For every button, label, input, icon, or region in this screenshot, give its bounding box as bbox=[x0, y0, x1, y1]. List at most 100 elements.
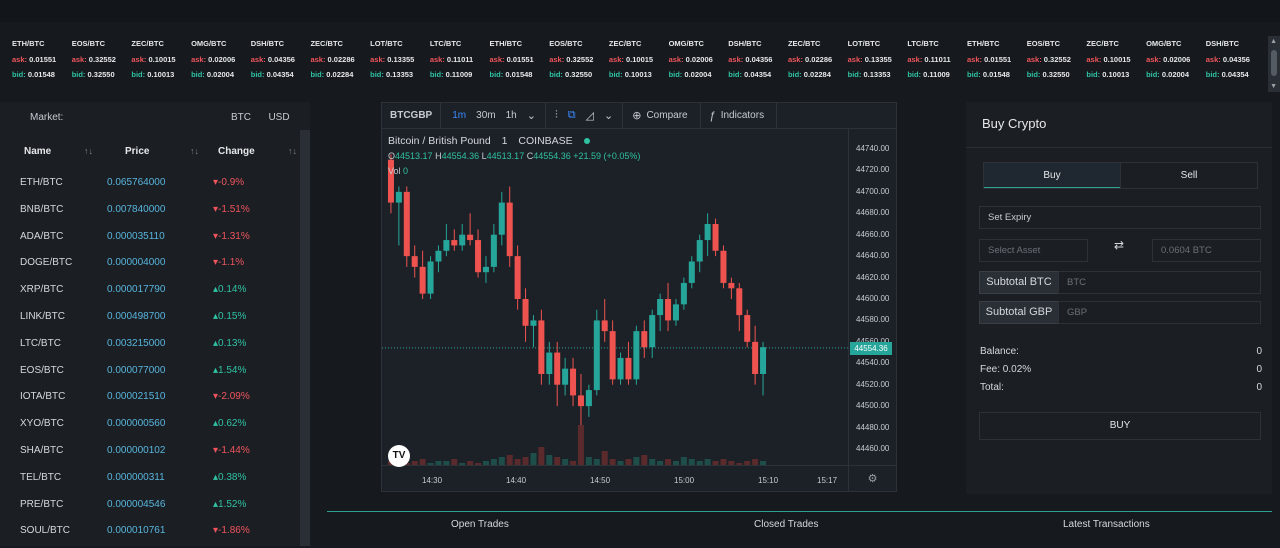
pair-change: ▾-1.51% bbox=[213, 204, 250, 215]
tab-sell[interactable]: Sell bbox=[1120, 163, 1257, 188]
tab-latest-transactions[interactable]: Latest Transactions bbox=[1063, 519, 1150, 530]
table-row[interactable]: XRP/BTC 0.000017790 ▴0.14% bbox=[0, 280, 300, 307]
tab-closed-trades[interactable]: Closed Trades bbox=[754, 519, 818, 530]
price-axis[interactable]: 44740.00 44720.00 44700.00 44680.00 44660.00… bbox=[848, 129, 896, 465]
price-tick-label: 44620.00 bbox=[856, 272, 890, 282]
indicators-icon[interactable]: ƒ bbox=[705, 110, 721, 122]
ticker-item[interactable]: ZEC/BTC ask: 0.10015 bid: 0.10013 bbox=[597, 30, 657, 90]
subtotal-btc-input[interactable]: BTC bbox=[1058, 271, 1261, 294]
currency-btc[interactable]: BTC bbox=[222, 112, 260, 123]
table-row[interactable]: LINK/BTC 0.000498700 ▴0.15% bbox=[0, 307, 300, 334]
ticker-item[interactable]: EOS/BTC ask: 0.32552 bid: 0.32550 bbox=[60, 30, 120, 90]
candle-style-icon[interactable]: ⧉ bbox=[563, 109, 581, 122]
table-row[interactable]: XYO/BTC 0.000000560 ▴0.62% bbox=[0, 414, 300, 441]
swap-icon[interactable]: ⇄ bbox=[1114, 238, 1124, 252]
balance-value: 0 bbox=[1256, 346, 1262, 357]
candle-body bbox=[680, 282, 687, 305]
currency-usd[interactable]: USD bbox=[260, 112, 298, 123]
price-tick-label: 44460.00 bbox=[856, 444, 890, 453]
col-price[interactable]: Price bbox=[125, 146, 149, 157]
ticker-item[interactable]: ZEC/BTC ask: 0.02286 bid: 0.02284 bbox=[776, 30, 836, 90]
time-axis[interactable]: 14:30 14:40 14:50 15:00 15:10 15:17 bbox=[382, 465, 848, 491]
col-change[interactable]: Change bbox=[218, 146, 255, 157]
area-style-icon[interactable]: ◿ bbox=[581, 109, 599, 122]
table-row[interactable]: IOTA/BTC 0.000021510 ▾-2.09% bbox=[0, 387, 300, 414]
market-scrollbar[interactable] bbox=[300, 130, 310, 546]
col-name[interactable]: Name bbox=[24, 146, 51, 157]
high-value: 44554.36 bbox=[441, 151, 480, 161]
candle-body bbox=[609, 331, 616, 380]
volume-bar bbox=[585, 457, 592, 465]
symbol-selector[interactable]: BTCGBP bbox=[382, 102, 442, 129]
ticker-item[interactable]: DSH/BTC ask: 0.04356 bid: 0.04354 bbox=[716, 30, 776, 90]
table-row[interactable]: ETH/BTC 0.065764000 ▾-0.9% bbox=[0, 173, 300, 200]
bar-style-icon[interactable]: ⫶ bbox=[550, 109, 563, 122]
table-row[interactable]: EOS/BTC 0.000077000 ▴1.54% bbox=[0, 361, 300, 388]
ticker-scrollbar[interactable]: ▲ ▼ bbox=[1268, 36, 1280, 92]
sort-price-icon[interactable]: ↑↓ bbox=[190, 146, 199, 156]
ticker-item[interactable]: ETH/BTC ask: 0.01551 bid: 0.01548 bbox=[0, 30, 60, 90]
timeframe-30m[interactable]: 30m bbox=[471, 110, 500, 121]
subtotal-gbp-input[interactable]: GBP bbox=[1058, 301, 1261, 324]
ticker-item[interactable]: ETH/BTC ask: 0.01551 bid: 0.01548 bbox=[478, 30, 538, 90]
amount-input[interactable]: 0.0604 BTC bbox=[1152, 239, 1261, 262]
tab-buy[interactable]: Buy bbox=[984, 163, 1120, 188]
table-row[interactable]: BNB/BTC 0.007840000 ▾-1.51% bbox=[0, 200, 300, 227]
ticker-item[interactable]: ZEC/BTC ask: 0.02286 bid: 0.02284 bbox=[298, 30, 358, 90]
candle-body bbox=[467, 234, 474, 241]
scrollbar-thumb[interactable] bbox=[1271, 50, 1277, 76]
open-value: 44513.17 bbox=[395, 151, 433, 161]
table-row[interactable]: ADA/BTC 0.000035110 ▾-1.31% bbox=[0, 227, 300, 254]
settings-icon[interactable]: ⚙ bbox=[848, 465, 896, 491]
scroll-up-icon[interactable]: ▲ bbox=[1270, 38, 1277, 45]
sort-change-icon[interactable]: ↑↓ bbox=[288, 146, 297, 156]
ticker-item[interactable]: LOT/BTC ask: 0.13355 bid: 0.13353 bbox=[836, 30, 896, 90]
expiry-select[interactable]: Set Expiry bbox=[979, 206, 1261, 229]
pair-name: SHA/BTC bbox=[20, 444, 64, 456]
indicators-button[interactable]: Indicators bbox=[721, 110, 772, 121]
ticker-item[interactable]: OMG/BTC ask: 0.02006 bid: 0.02004 bbox=[1134, 30, 1194, 90]
ticker-item[interactable]: EOS/BTC ask: 0.32552 bid: 0.32550 bbox=[1015, 30, 1075, 90]
ticker-item[interactable]: ZEC/BTC ask: 0.10015 bid: 0.10013 bbox=[1074, 30, 1134, 90]
table-row[interactable]: PRE/BTC 0.000004546 ▴1.52% bbox=[0, 495, 300, 522]
ticker-item[interactable]: ZEC/BTC ask: 0.10015 bid: 0.10013 bbox=[119, 30, 179, 90]
ticker-pair: DSH/BTC bbox=[728, 39, 762, 48]
candlestick-plot[interactable] bbox=[382, 129, 848, 465]
candle-body bbox=[395, 191, 402, 203]
table-row[interactable]: SHA/BTC 0.000000102 ▾-1.44% bbox=[0, 441, 300, 468]
pair-change: ▴1.54% bbox=[213, 365, 246, 376]
ask-value: 0.10015 bbox=[1103, 54, 1131, 64]
buy-button[interactable]: BUY bbox=[979, 412, 1261, 440]
chevron-down-icon[interactable]: ⌄ bbox=[522, 109, 541, 122]
ticker-item[interactable]: LTC/BTC ask: 0.11011 bid: 0.11009 bbox=[895, 30, 955, 90]
table-row[interactable]: SOUL/BTC 0.000010761 ▾-1.86% bbox=[0, 521, 300, 548]
timeframe-1m[interactable]: 1m bbox=[447, 110, 471, 121]
table-row[interactable]: LTC/BTC 0.003215000 ▴0.13% bbox=[0, 334, 300, 361]
scroll-down-icon[interactable]: ▼ bbox=[1270, 83, 1277, 90]
compare-button[interactable]: Compare bbox=[646, 110, 695, 121]
table-row[interactable]: DOGE/BTC 0.000004000 ▾-1.1% bbox=[0, 253, 300, 280]
tradingview-logo-icon[interactable]: TV bbox=[388, 445, 410, 467]
plus-circle-icon[interactable]: ⊕ bbox=[627, 109, 646, 122]
timeframe-1h[interactable]: 1h bbox=[501, 110, 522, 121]
ask-value: 0.04356 bbox=[267, 54, 295, 64]
ticker-item[interactable]: LTC/BTC ask: 0.11011 bid: 0.11009 bbox=[418, 30, 478, 90]
ticker-item[interactable]: EOS/BTC ask: 0.32552 bid: 0.32550 bbox=[537, 30, 597, 90]
ticker-item[interactable]: DSH/BTC ask: 0.04356 bid: 0.04354 bbox=[1194, 30, 1254, 90]
change-value: -1.51% bbox=[218, 203, 250, 215]
ticker-item[interactable]: OMG/BTC ask: 0.02006 bid: 0.02004 bbox=[657, 30, 717, 90]
tab-open-trades[interactable]: Open Trades bbox=[451, 519, 509, 530]
divider bbox=[776, 102, 778, 129]
ticker-item[interactable]: OMG/BTC ask: 0.02006 bid: 0.02004 bbox=[179, 30, 239, 90]
time-tick-label: 14:40 bbox=[506, 476, 527, 485]
pair-name: XYO/BTC bbox=[20, 418, 64, 430]
ticker-item[interactable]: DSH/BTC ask: 0.04356 bid: 0.04354 bbox=[239, 30, 299, 90]
change-value: 1.54% bbox=[218, 364, 247, 376]
sort-name-icon[interactable]: ↑↓ bbox=[84, 146, 93, 156]
chevron-down-icon[interactable]: ⌄ bbox=[599, 109, 618, 122]
table-row[interactable]: TEL/BTC 0.000000311 ▴0.38% bbox=[0, 468, 300, 495]
asset-select[interactable]: Select Asset bbox=[979, 239, 1088, 262]
ticker-bid: bid: 0.02004 bbox=[1146, 67, 1194, 83]
ticker-item[interactable]: ETH/BTC ask: 0.01551 bid: 0.01548 bbox=[955, 30, 1015, 90]
ticker-item[interactable]: LOT/BTC ask: 0.13355 bid: 0.13353 bbox=[358, 30, 418, 90]
